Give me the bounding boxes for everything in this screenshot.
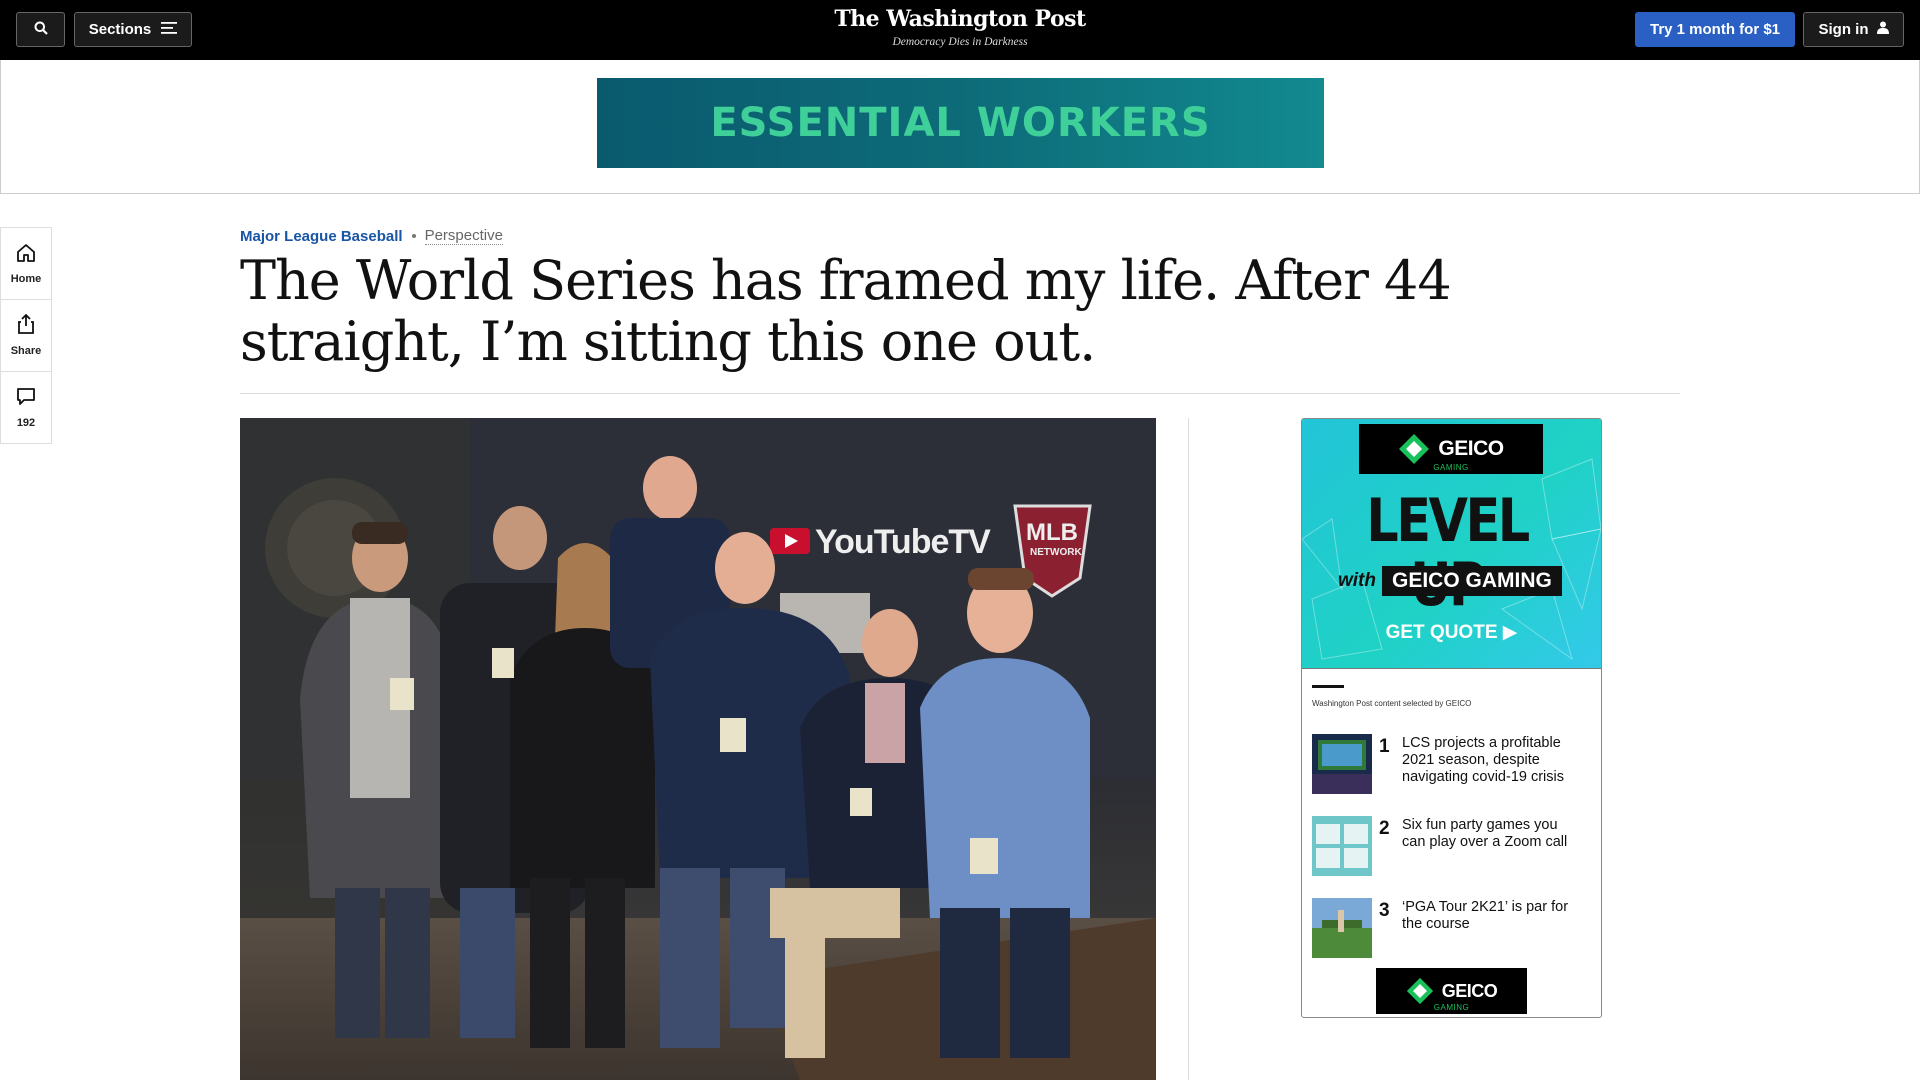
comments-button[interactable]: 192 (1, 372, 51, 443)
logo-text: The Washington Post (834, 6, 1086, 32)
thumbnail-image (1312, 734, 1372, 794)
selected-by-bar (1312, 685, 1344, 688)
tagline: Democracy Dies in Darkness (892, 36, 1028, 48)
list-title[interactable]: Six fun party games you can play over a … (1402, 817, 1572, 851)
kicker-separator (411, 234, 416, 238)
column-divider (1188, 418, 1189, 1080)
top-ad-container: ESSENTIAL WORKERS (0, 60, 1920, 194)
selected-by-text: Washington Post content selected by GEIC… (1312, 699, 1472, 708)
network-sign: NETWORK (1030, 547, 1082, 558)
search-button[interactable] (16, 12, 65, 47)
perspective-label[interactable]: Perspective (424, 227, 503, 245)
geico-brand-top: GEICO (1438, 437, 1504, 460)
search-icon (34, 21, 48, 39)
get-quote-button[interactable]: GET QUOTE ▶ (1302, 621, 1601, 644)
list-number: 3 (1379, 900, 1390, 921)
youtube-sign: YouTubeTV (815, 523, 991, 561)
hamburger-icon (161, 21, 178, 38)
sections-label: Sections (88, 21, 152, 38)
article-headline: The World Series has framed my life. Aft… (240, 249, 1452, 373)
lead-photo-illustration: YouTubeTV MLB NETWORK (240, 418, 1156, 1080)
sponsored-sidebar-ad: GEICO GAMING LEVEL UP with GEICO GAMING … (1301, 418, 1602, 1018)
user-icon (1876, 21, 1889, 38)
thumbnail-image (1312, 816, 1372, 876)
list-title[interactable]: ‘PGA Tour 2K21’ is par for the course (1402, 899, 1572, 933)
sponsored-list-item[interactable]: 1 LCS projects a profitable 2021 season,… (1312, 734, 1592, 796)
geico-g-icon (1406, 977, 1433, 1005)
home-button[interactable]: Home (1, 228, 51, 300)
mlb-sign: MLB (1026, 519, 1078, 546)
geico-gaming-ad[interactable]: GEICO GAMING LEVEL UP with GEICO GAMING … (1302, 419, 1601, 669)
article-kicker: Major League Baseball Perspective (240, 227, 503, 245)
share-button[interactable]: Share (1, 300, 51, 372)
home-icon (16, 243, 36, 267)
home-label: Home (10, 272, 42, 285)
geico-logo-top: GEICO GAMING (1359, 424, 1543, 474)
sections-button[interactable]: Sections (74, 12, 192, 47)
section-link[interactable]: Major League Baseball (240, 228, 403, 245)
geico-gaming-text: GEICO GAMING (1382, 566, 1562, 596)
top-ad-text: ESSENTIAL WORKERS (710, 100, 1211, 146)
header-divider (240, 393, 1680, 394)
list-number: 2 (1379, 818, 1390, 839)
geico-brand-bottom: GEICO (1441, 980, 1498, 1001)
with-geico-gaming: with GEICO GAMING (1338, 566, 1562, 596)
level-up-headline: LEVEL UP (1366, 486, 1530, 617)
geico-brand-sub-bottom: GAMING (1433, 1003, 1470, 1012)
subscribe-button[interactable]: Try 1 month for $1 (1635, 12, 1795, 47)
sign-in-button[interactable]: Sign in (1803, 12, 1904, 47)
comments-count: 192 (16, 416, 36, 429)
lead-photo[interactable]: YouTubeTV MLB NETWORK (240, 418, 1156, 1080)
comment-icon (16, 387, 36, 411)
top-ad-banner[interactable]: ESSENTIAL WORKERS (597, 78, 1324, 168)
geico-g-icon (1399, 434, 1430, 464)
geico-brand-sub-top: GAMING (1433, 463, 1469, 472)
sponsored-list-item[interactable]: 3 ‘PGA Tour 2K21’ is par for the course (1312, 898, 1592, 960)
share-icon (17, 313, 35, 339)
geico-logo-bottom[interactable]: GEICO GAMING (1376, 968, 1527, 1014)
sign-in-label: Sign in (1818, 21, 1869, 38)
left-share-rail: Home Share 192 (0, 227, 52, 444)
thumbnail-image (1312, 898, 1372, 958)
list-number: 1 (1379, 736, 1390, 757)
sponsored-list-item[interactable]: 2 Six fun party games you can play over … (1312, 816, 1592, 878)
site-logo[interactable]: The Washington Post Democracy Dies in Da… (810, 6, 1110, 48)
list-title[interactable]: LCS projects a profitable 2021 season, d… (1402, 735, 1572, 786)
top-navigation-bar: Sections The Washington Post Democracy D… (0, 0, 1920, 60)
share-label: Share (10, 345, 42, 357)
with-text: with (1338, 570, 1376, 591)
